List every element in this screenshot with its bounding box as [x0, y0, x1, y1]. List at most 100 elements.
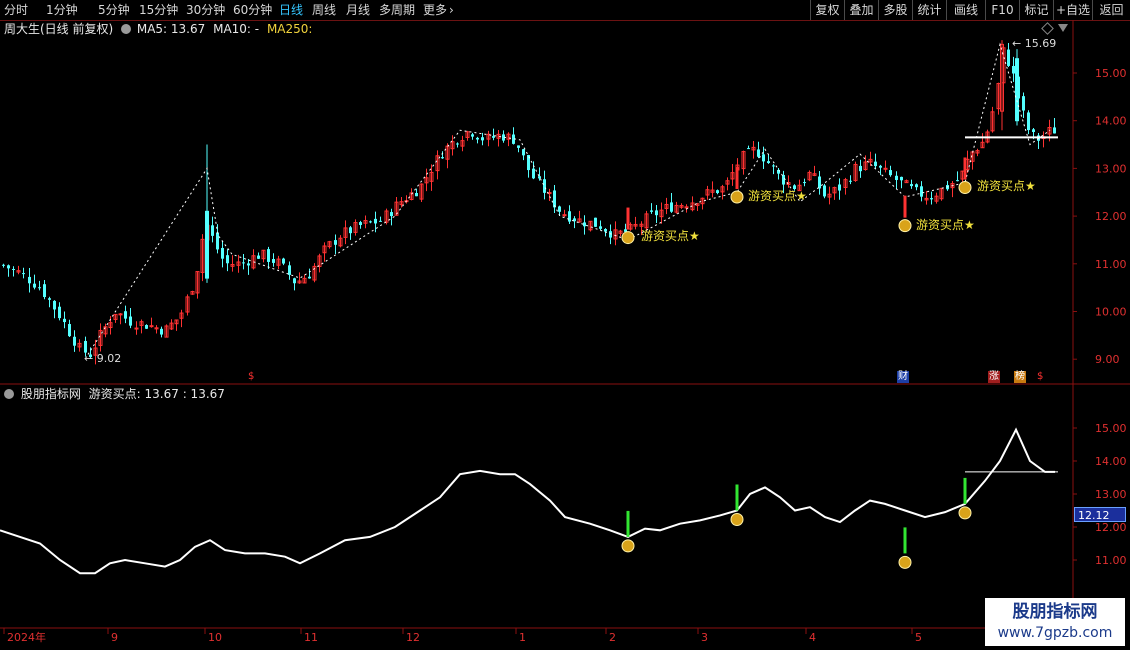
indicator-pane-header: 股朋指标网 游资买点: 13.67 : 13.67 — [4, 387, 225, 402]
settings-circle-icon[interactable] — [121, 24, 132, 34]
candle-body-down — [762, 154, 765, 162]
candle-body-down — [1012, 65, 1015, 74]
date-label: 5 — [915, 631, 922, 644]
money-bag-icon — [898, 555, 912, 569]
candle-body-down — [84, 340, 87, 353]
ma10-value: MA10: - — [213, 22, 260, 36]
candle-body-down — [481, 137, 484, 141]
candle-body-up — [149, 325, 154, 328]
high-price-label: ← 15.69 — [1012, 37, 1056, 50]
candle-body-down — [757, 149, 760, 157]
candle-body — [205, 210, 209, 279]
candle-body-down — [58, 306, 61, 319]
candle-body-up — [883, 167, 888, 170]
indicator-line — [0, 427, 1055, 575]
money-bag-icon — [730, 190, 744, 204]
candle-body-up — [118, 313, 123, 316]
event-marker-dividend[interactable]: $ — [247, 371, 255, 383]
candle-body-down — [63, 318, 66, 323]
watermark-url: www.7gpzb.com — [997, 625, 1113, 641]
candle-body-down — [517, 145, 520, 148]
candle-body-down — [379, 220, 382, 222]
candle-body-down — [930, 198, 933, 200]
pane-expand-triangle-icon[interactable] — [1058, 24, 1068, 32]
candle-body-down — [124, 311, 127, 319]
date-label: 1 — [519, 631, 526, 644]
candle-body-down — [22, 273, 25, 275]
candle-body-down — [583, 222, 586, 227]
candle-body-down — [655, 210, 658, 216]
candle-body-down — [53, 300, 56, 310]
candle-body-down — [267, 249, 270, 262]
candle-body-down — [476, 137, 479, 140]
date-label: 3 — [701, 631, 708, 644]
money-bag-icon — [958, 506, 972, 520]
candle-body-down — [599, 226, 602, 229]
y-tick-label: 9.00 — [1095, 353, 1120, 366]
candle-body-down — [849, 180, 852, 182]
candle-body-down — [803, 182, 806, 184]
candle-body-down — [650, 210, 653, 212]
candle-body-up — [134, 327, 139, 330]
candle-body-down — [288, 265, 291, 275]
indicator-settings-icon[interactable] — [4, 389, 14, 399]
candle-body-down — [456, 143, 459, 145]
watermark-title: 股朋指标网 — [1012, 602, 1098, 622]
event-marker-limit-up[interactable]: 涨 — [988, 371, 1000, 383]
event-marker-dividend-2[interactable]: $ — [1036, 371, 1044, 383]
indicator-y-tick-label: 13.00 — [1095, 488, 1127, 501]
date-label: 4 — [809, 631, 816, 644]
candle-body-down — [334, 240, 337, 245]
event-marker-finance[interactable]: 财 — [897, 371, 909, 383]
candle-body-down — [910, 184, 913, 187]
candle-body-down — [558, 206, 561, 212]
candle-body-down — [226, 255, 229, 264]
candle-body-down — [145, 324, 148, 329]
candle-body-down — [211, 225, 214, 236]
candle-body-down — [282, 258, 285, 264]
indicator-y-tick-label: 15.00 — [1095, 422, 1127, 435]
candle-body-down — [604, 229, 607, 232]
candle-body-down — [374, 218, 377, 224]
candle-body-down — [7, 265, 10, 269]
stock-title: 周大生(日线 前复权) — [4, 22, 114, 36]
buy-signal-label: 游资买点★ — [748, 189, 807, 203]
candle-body-down — [43, 284, 46, 298]
candle-body-down — [242, 262, 245, 264]
candle-body-down — [532, 168, 535, 179]
candle-body-down — [915, 184, 918, 188]
candle-body-down — [889, 170, 892, 176]
money-bag-icon — [621, 231, 635, 245]
candle-body-down — [369, 221, 372, 223]
candle-body-down — [12, 268, 15, 270]
candle-body-down — [129, 316, 132, 326]
candle-body-down — [900, 176, 903, 181]
ma5-value: MA5: 13.67 — [136, 22, 206, 36]
site-watermark: 股朋指标网 www.7gpzb.com — [985, 598, 1125, 646]
date-label: 12 — [406, 631, 420, 644]
candle-body-down — [492, 136, 495, 138]
date-label: 10 — [208, 631, 222, 644]
low-price-label: ← 9.02 — [84, 352, 121, 365]
date-label: 9 — [111, 631, 118, 644]
candle-body-down — [859, 165, 862, 172]
candle-body-down — [543, 179, 546, 193]
candle-body-down — [293, 278, 296, 284]
candle-body-up — [562, 214, 567, 217]
candle-body-down — [879, 165, 882, 168]
date-label: 2024年 — [7, 630, 46, 644]
money-bag-icon — [958, 180, 972, 194]
candle-body-down — [471, 134, 474, 137]
main-pane-header: 周大生(日线 前复权) MA5: 13.67 MA10: - MA250: — [4, 22, 312, 37]
y-tick-label: 11.00 — [1095, 258, 1127, 271]
candle-body-down — [823, 185, 826, 197]
candle-body-down — [38, 287, 41, 289]
candle-body-down — [670, 202, 673, 212]
kline-chart[interactable]: 15.00 14.00 13.00 12.00 11.00 10.00 9.00 15.00 1… — [0, 0, 1130, 650]
candle-body-down — [538, 176, 541, 179]
candle-body-down — [221, 247, 224, 259]
event-marker-ranking[interactable]: 榜 — [1014, 371, 1026, 383]
candle-body-down — [747, 148, 750, 150]
candle-body-down — [895, 175, 898, 180]
candle-body-down — [359, 222, 362, 225]
